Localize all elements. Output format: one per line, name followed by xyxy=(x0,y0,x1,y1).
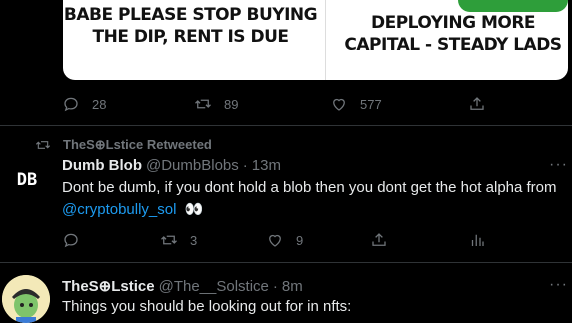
mention-link[interactable]: @cryptobully_sol xyxy=(62,201,176,218)
tweet-header: Dumb Blob @DumbBlobs · 13m xyxy=(62,157,281,174)
like-count: 577 xyxy=(360,96,382,112)
avatar-illustration xyxy=(2,275,50,323)
meme-green-shape xyxy=(458,0,568,12)
timestamp[interactable]: 8m xyxy=(282,278,303,295)
reply-button[interactable]: 28 xyxy=(62,95,106,113)
reply-count: 28 xyxy=(92,96,107,112)
retweeted-banner[interactable]: TheS⊕Lstice Retweeted xyxy=(35,137,212,153)
avatar-label: DB xyxy=(16,170,38,190)
like-button[interactable]: 577 xyxy=(330,95,382,113)
analytics-icon xyxy=(471,234,484,246)
separator-dot: · xyxy=(272,278,278,295)
avatar[interactable]: DB xyxy=(7,160,47,200)
avatar[interactable] xyxy=(2,275,50,323)
tweet-header: TheS⊕Lstice @The__Solstice · 8m xyxy=(62,277,303,295)
more-options-button[interactable]: ··· xyxy=(549,276,568,294)
reply-icon xyxy=(64,97,78,112)
reply-icon xyxy=(64,233,78,248)
heart-icon xyxy=(333,98,345,111)
retweet-count: 89 xyxy=(224,96,239,112)
meme-right-caption: DEPLOYING MORE CAPITAL - STEADY LADS xyxy=(344,13,562,55)
analytics-button[interactable] xyxy=(468,231,486,249)
like-button[interactable]: 9 xyxy=(266,231,303,249)
author-handle[interactable]: @DumbBlobs xyxy=(146,157,239,174)
eyes-emoji: 👀 xyxy=(184,201,204,219)
tweet-text-line: Dont be dumb, if you dont hold a blob th… xyxy=(62,179,557,196)
tweet-divider xyxy=(0,125,572,126)
author-name[interactable]: TheS⊕Lstice xyxy=(62,277,155,295)
retweet-count: 3 xyxy=(190,232,198,248)
retweet-icon xyxy=(161,235,177,245)
share-button[interactable] xyxy=(468,95,486,113)
meme-left-caption: BABE PLEASE STOP BUYING THE DIP, RENT IS… xyxy=(63,5,318,47)
retweet-button[interactable]: 3 xyxy=(160,231,197,249)
retweet-icon xyxy=(195,99,211,109)
more-options-button[interactable]: ··· xyxy=(549,156,568,174)
retweet-button[interactable]: 89 xyxy=(194,95,238,113)
separator-dot: · xyxy=(242,157,248,174)
timestamp[interactable]: 13m xyxy=(252,157,281,174)
retweet-small-icon xyxy=(35,141,51,149)
tweet-media-image[interactable]: BABE PLEASE STOP BUYING THE DIP, RENT IS… xyxy=(63,0,568,80)
share-icon xyxy=(470,97,484,110)
heart-icon xyxy=(269,234,281,247)
tweet-divider xyxy=(0,262,572,263)
reply-button[interactable] xyxy=(62,231,92,249)
share-icon xyxy=(372,233,386,246)
tweet-text: Dont be dumb, if you dont hold a blob th… xyxy=(62,177,557,221)
tweet-text: Things you should be looking out for in … xyxy=(62,298,352,315)
author-name[interactable]: Dumb Blob xyxy=(62,157,142,174)
share-button[interactable] xyxy=(370,231,388,249)
like-count: 9 xyxy=(296,232,304,248)
author-handle[interactable]: @The__Solstice xyxy=(159,278,269,295)
retweeted-label: TheS⊕Lstice Retweeted xyxy=(63,137,212,152)
meme-divider xyxy=(325,0,326,80)
